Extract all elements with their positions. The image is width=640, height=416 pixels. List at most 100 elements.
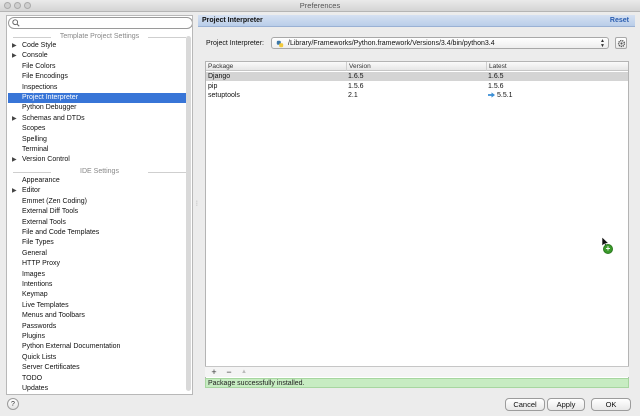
- sidebar-item-label: Terminal: [22, 146, 49, 153]
- sidebar-item-external-diff-tools[interactable]: External Diff Tools: [8, 207, 191, 217]
- cell-text: 5.5.1: [497, 92, 513, 99]
- sidebar-item-label: External Tools: [22, 218, 66, 226]
- upgrade-package-button[interactable]: ▲: [237, 367, 251, 377]
- sidebar-item-appearance[interactable]: Appearance: [8, 176, 191, 186]
- sidebar-item-images[interactable]: Images: [8, 270, 191, 280]
- column-header-version[interactable]: Version: [346, 62, 486, 71]
- column-header-package[interactable]: Package: [206, 62, 346, 71]
- interpreter-settings-button[interactable]: [615, 37, 627, 49]
- sidebar-item-updates[interactable]: Updates: [8, 384, 191, 394]
- cell-text: setuptools: [208, 92, 240, 99]
- sidebar-item-label: Emmet (Zen Coding): [22, 197, 87, 205]
- sidebar-item-label: Console: [22, 52, 48, 60]
- sidebar-item-file-and-code-templates[interactable]: File and Code Templates: [8, 228, 191, 238]
- sidebar-item-quick-lists[interactable]: Quick Lists: [8, 353, 191, 363]
- column-header-latest[interactable]: Latest: [486, 62, 628, 71]
- cell-latest: 1.6.5: [486, 72, 628, 81]
- ok-button[interactable]: OK: [591, 398, 631, 411]
- sidebar-item-plugins[interactable]: Plugins: [8, 332, 191, 342]
- sidebar-item-label: External Diff Tools: [22, 208, 79, 216]
- cancel-button[interactable]: Cancel: [505, 398, 545, 411]
- cell-package: setuptools: [206, 91, 346, 100]
- sidebar-item-external-tools[interactable]: External Tools: [8, 218, 191, 228]
- sidebar-item-label: Quick Lists: [22, 353, 57, 361]
- sidebar-item-python-debugger[interactable]: Python Debugger: [8, 103, 191, 113]
- cell-version: 1.5.6: [346, 82, 486, 91]
- zoom-window-icon[interactable]: [24, 2, 31, 9]
- gear-icon: [617, 39, 626, 48]
- splitter-handle[interactable]: ⋮: [194, 200, 200, 208]
- sidebar-item-label: Passwords: [22, 322, 57, 330]
- sidebar-item-spelling[interactable]: Spelling: [8, 135, 191, 145]
- sidebar-item-file-types[interactable]: File Types: [8, 238, 191, 248]
- sidebar-item-schemas-and-dtds[interactable]: ▶ Schemas and DTDs: [8, 114, 191, 124]
- expand-arrow-icon[interactable]: ▶: [12, 155, 17, 165]
- expand-arrow-icon[interactable]: ▶: [12, 51, 17, 61]
- cell-text: Django: [208, 73, 231, 80]
- upgrade-available-icon: [488, 92, 495, 98]
- cell-latest: 1.5.6: [486, 82, 628, 91]
- chevron-up-down-icon: ▲ ▼: [600, 38, 605, 49]
- sidebar-item-label: File and Code Templates: [22, 229, 100, 236]
- sidebar-item-label: File Encodings: [22, 73, 68, 81]
- interpreter-select[interactable]: /Library/Frameworks/Python.framework/Ver…: [271, 37, 609, 49]
- sidebar-item-intentions[interactable]: Intentions: [8, 280, 191, 290]
- sidebar-item-editor[interactable]: ▶ Editor: [8, 186, 191, 196]
- help-button[interactable]: ?: [7, 398, 19, 410]
- sidebar-item-scopes[interactable]: Scopes: [8, 124, 191, 134]
- sidebar-item-emmet-zen-coding[interactable]: Emmet (Zen Coding): [8, 197, 191, 207]
- cell-text: 2.1: [348, 92, 358, 99]
- sidebar-item-label: Python External Documentation: [22, 343, 121, 351]
- sidebar-item-live-templates[interactable]: Live Templates: [8, 301, 191, 311]
- table-row[interactable]: pip 1.5.6 1.5.6: [206, 82, 628, 91]
- python-icon: [276, 40, 284, 48]
- sidebar-item-label: General: [22, 249, 47, 257]
- interpreter-label: Project Interpreter:: [206, 40, 264, 47]
- expand-arrow-icon[interactable]: ▶: [12, 186, 17, 196]
- remove-package-button[interactable]: −: [222, 367, 236, 377]
- table-row[interactable]: setuptools 2.1 5.5.1: [206, 91, 628, 100]
- sidebar-item-label: Python Debugger: [22, 104, 77, 112]
- sidebar-item-label: File Types: [22, 239, 54, 247]
- sidebar-item-server-certificates[interactable]: Server Certificates: [8, 363, 191, 373]
- sidebar-item-terminal[interactable]: Terminal: [8, 145, 191, 155]
- sidebar-item-code-style[interactable]: ▶ Code Style: [8, 41, 191, 51]
- sidebar-item-passwords[interactable]: Passwords: [8, 322, 191, 332]
- sidebar-item-label: Spelling: [22, 135, 47, 143]
- cell-text: 1.6.5: [348, 73, 364, 80]
- sidebar-item-todo[interactable]: TODO: [8, 374, 191, 384]
- sidebar-item-file-colors[interactable]: File Colors: [8, 62, 191, 72]
- window-title: Preferences: [299, 1, 341, 10]
- add-package-button[interactable]: +: [207, 367, 221, 377]
- sidebar-item-label: Intentions: [22, 281, 53, 288]
- sidebar-item-file-encodings[interactable]: File Encodings: [8, 72, 191, 82]
- sidebar-item-menus-and-toolbars[interactable]: Menus and Toolbars: [8, 311, 191, 321]
- sidebar-item-general[interactable]: General: [8, 249, 191, 259]
- status-bar: Package successfully installed.: [205, 378, 629, 388]
- minimize-window-icon[interactable]: [14, 2, 21, 9]
- sidebar-item-python-external-documentation[interactable]: Python External Documentation: [8, 342, 191, 352]
- expand-arrow-icon[interactable]: ▶: [12, 114, 17, 124]
- sidebar-item-console[interactable]: ▶ Console: [8, 51, 191, 61]
- sidebar-scrollbar[interactable]: [186, 36, 191, 391]
- sidebar-item-label: Appearance: [22, 177, 60, 184]
- sidebar-item-label: Version Control: [22, 156, 70, 164]
- sidebar-item-label: Keymap: [22, 291, 48, 299]
- apply-button[interactable]: Apply: [547, 398, 585, 411]
- sidebar-item-label: Project Interpreter: [22, 94, 79, 101]
- close-window-icon[interactable]: [4, 2, 11, 9]
- cell-version: 2.1: [346, 91, 486, 100]
- sidebar-item-project-interpreter[interactable]: Project Interpreter: [8, 93, 191, 103]
- expand-arrow-icon[interactable]: ▶: [12, 41, 17, 51]
- sidebar-item-label: Updates: [22, 385, 49, 392]
- settings-search-input[interactable]: [8, 17, 192, 29]
- sidebar-item-http-proxy[interactable]: HTTP Proxy: [8, 259, 191, 269]
- cell-text: 1.5.6: [348, 82, 364, 90]
- sidebar-item-label: Editor: [22, 187, 41, 195]
- sidebar-item-version-control[interactable]: ▶ Version Control: [8, 155, 191, 165]
- table-row[interactable]: Django 1.6.5 1.6.5: [206, 72, 628, 81]
- sidebar-item-inspections[interactable]: Inspections: [8, 83, 191, 93]
- search-box: [8, 17, 192, 29]
- reset-link[interactable]: Reset: [610, 15, 629, 27]
- sidebar-item-keymap[interactable]: Keymap: [8, 290, 191, 300]
